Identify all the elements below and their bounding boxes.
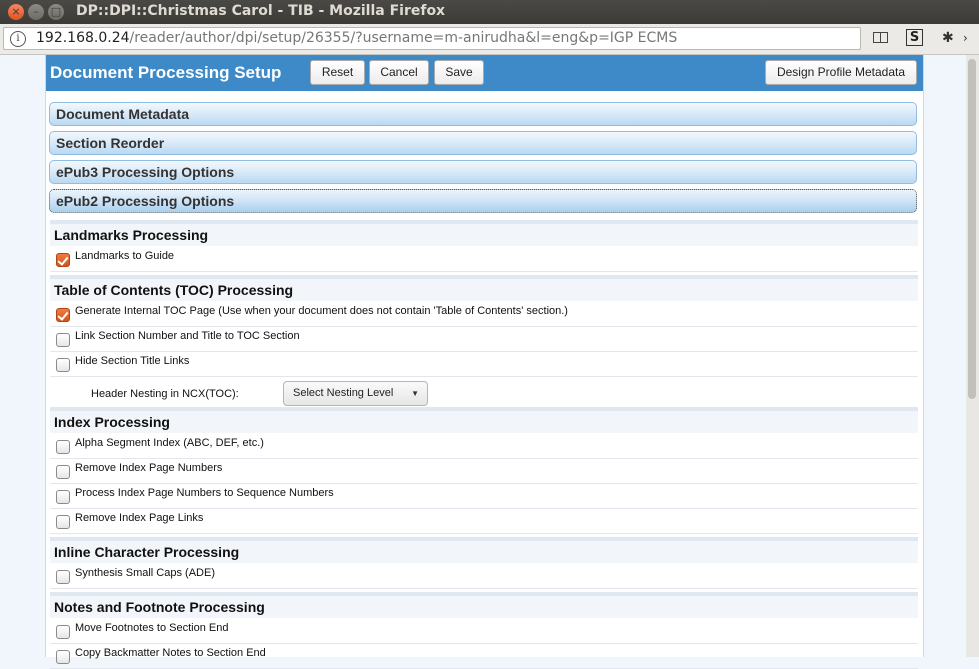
section-notes-heading: Notes and Footnote Processing — [50, 592, 918, 618]
checkbox-move-footnotes[interactable] — [56, 625, 70, 639]
url-path: /reader/author/dpi/setup/26355/?username… — [129, 30, 678, 46]
accordion-document-metadata[interactable]: Document Metadata — [49, 102, 917, 126]
checkbox-remove-index-page-links[interactable] — [56, 515, 70, 529]
option-alpha-segment-index[interactable]: Alpha Segment Index (ABC, DEF, etc.) — [50, 434, 918, 459]
checkbox-copy-backmatter-notes[interactable] — [56, 650, 70, 664]
url-host: 192.168.0.24 — [36, 30, 130, 46]
option-label: Hide Section Title Links — [75, 355, 190, 367]
bug-icon[interactable]: ✱ — [942, 30, 954, 46]
nesting-level-select[interactable]: Select Nesting Level ▼ — [283, 381, 428, 406]
checkbox-landmarks-to-guide[interactable] — [56, 253, 70, 267]
page-title: Document Processing Setup — [50, 63, 282, 82]
option-label: Remove Index Page Links — [75, 512, 204, 524]
option-label: Remove Index Page Numbers — [75, 462, 223, 474]
window-title: DP::DPI::Christmas Carol - TIB - Mozilla… — [76, 3, 446, 19]
reset-button[interactable]: Reset — [310, 60, 365, 85]
setup-panel: Document Processing Setup Reset Cancel S… — [45, 55, 924, 669]
page-scrollbar[interactable] — [966, 55, 979, 657]
section-inline-heading: Inline Character Processing — [50, 537, 918, 563]
checkbox-hide-section-title-links[interactable] — [56, 358, 70, 372]
checkbox-link-section-number[interactable] — [56, 333, 70, 347]
option-label: Link Section Number and Title to TOC Sec… — [75, 330, 300, 342]
window-minimize-button[interactable]: – — [28, 4, 44, 20]
option-label: Move Footnotes to Section End — [75, 622, 229, 634]
url-text[interactable]: 192.168.0.24/reader/author/dpi/setup/263… — [36, 30, 677, 46]
section-landmarks-heading: Landmarks Processing — [50, 220, 918, 246]
option-landmarks-to-guide[interactable]: Landmarks to Guide — [50, 247, 918, 272]
accordion-section-reorder[interactable]: Section Reorder — [49, 131, 917, 155]
cancel-button[interactable]: Cancel — [369, 60, 429, 85]
checkbox-generate-internal-toc[interactable] — [56, 308, 70, 322]
option-move-footnotes[interactable]: Move Footnotes to Section End — [50, 619, 918, 644]
option-label: Copy Backmatter Notes to Section End — [75, 647, 266, 659]
option-label: Synthesis Small Caps (ADE) — [75, 567, 215, 579]
option-link-section-number[interactable]: Link Section Number and Title to TOC Sec… — [50, 327, 918, 352]
option-synthesis-small-caps[interactable]: Synthesis Small Caps (ADE) — [50, 564, 918, 589]
checkbox-alpha-segment-index[interactable] — [56, 440, 70, 454]
option-remove-index-page-links[interactable]: Remove Index Page Links — [50, 509, 918, 534]
browser-navbar: i 192.168.0.24/reader/author/dpi/setup/2… — [0, 24, 979, 55]
option-label: Process Index Page Numbers to Sequence N… — [75, 487, 334, 499]
scrollbar-thumb[interactable] — [968, 59, 976, 399]
info-icon[interactable]: i — [10, 31, 26, 47]
extension-s-icon[interactable]: S — [906, 29, 923, 46]
url-bar[interactable]: i 192.168.0.24/reader/author/dpi/setup/2… — [3, 27, 861, 50]
caret-down-icon: ▼ — [411, 389, 419, 398]
option-process-index-page-numbers[interactable]: Process Index Page Numbers to Sequence N… — [50, 484, 918, 509]
option-hide-section-title-links[interactable]: Hide Section Title Links — [50, 352, 918, 377]
option-label: Generate Internal TOC Page (Use when you… — [75, 305, 568, 317]
option-label: Landmarks to Guide — [75, 250, 175, 262]
design-profile-metadata-button[interactable]: Design Profile Metadata — [765, 60, 917, 85]
header-nesting-label: Header Nesting in NCX(TOC): — [91, 388, 239, 400]
option-remove-index-page-numbers[interactable]: Remove Index Page Numbers — [50, 459, 918, 484]
window-titlebar: × – □ DP::DPI::Christmas Carol - TIB - M… — [0, 0, 979, 24]
option-generate-internal-toc[interactable]: Generate Internal TOC Page (Use when you… — [50, 302, 918, 327]
panel-header: Document Processing Setup Reset Cancel S… — [46, 55, 923, 91]
accordion-epub3-options[interactable]: ePub3 Processing Options — [49, 160, 917, 184]
section-index-heading: Index Processing — [50, 407, 918, 433]
checkbox-synthesis-small-caps[interactable] — [56, 570, 70, 584]
checkbox-remove-index-page-numbers[interactable] — [56, 465, 70, 479]
checkbox-process-index-page-numbers[interactable] — [56, 490, 70, 504]
window-maximize-button[interactable]: □ — [48, 4, 64, 20]
option-label: Alpha Segment Index (ABC, DEF, etc.) — [75, 437, 264, 449]
nesting-level-select-value: Select Nesting Level — [293, 387, 394, 399]
accordion-epub2-options[interactable]: ePub2 Processing Options — [49, 189, 917, 213]
save-button[interactable]: Save — [434, 60, 484, 85]
window-close-button[interactable]: × — [8, 4, 24, 20]
section-toc-heading: Table of Contents (TOC) Processing — [50, 275, 918, 301]
overflow-chevron-icon[interactable]: › — [963, 31, 968, 45]
reader-view-icon[interactable] — [873, 32, 888, 43]
